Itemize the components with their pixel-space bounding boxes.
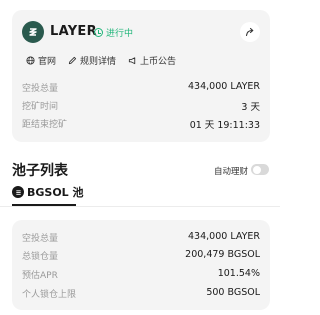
info-value: 434,000 LAYER: [188, 81, 260, 92]
pool-row-total-locked: 总锁仓量 200,479 BGSOL: [22, 249, 260, 262]
pool-tab-label: BGSOL 池: [27, 186, 84, 199]
info-label: 空投总量: [22, 234, 59, 244]
status-badge: 进行中: [94, 26, 133, 39]
info-row-countdown: 距结束挖矿 01 天 19:11:33: [22, 117, 260, 131]
megaphone-icon: [128, 57, 136, 65]
info-value: 200,479 BGSOL: [185, 249, 260, 260]
countdown-value: 01 天 19:11:33: [189, 120, 260, 131]
rules-link-label: 规则详情: [80, 57, 117, 67]
check-circle-icon: [94, 28, 103, 37]
pool-list-title: 池子列表: [12, 163, 68, 179]
tab-bgsol-pool[interactable]: BGSOL 池: [12, 184, 84, 200]
pool-row-airdrop-total: 空投总量 434,000 LAYER: [22, 231, 260, 244]
info-value: 101.54%: [217, 268, 260, 279]
info-value: 434,000 LAYER: [188, 231, 260, 242]
info-row-mining-time: 挖矿时间 3 天: [22, 99, 260, 113]
info-value: 500 BGSOL: [206, 287, 260, 298]
toggle-knob: [252, 165, 261, 174]
info-label: 个人锁仓上限: [22, 290, 77, 300]
info-row-airdrop-total: 空投总量 434,000 LAYER: [22, 81, 260, 94]
info-label: 预估APR: [22, 271, 58, 281]
airdrop-summary-card: LAYER 进行中 官网 规则详情 上币公告 空投总量 434,000 LAYE…: [12, 10, 270, 142]
token-name: LAYER: [50, 24, 97, 39]
status-text: 进行中: [106, 29, 134, 39]
share-icon: [245, 27, 254, 37]
website-link-label: 官网: [38, 57, 57, 67]
pool-row-personal-cap: 个人锁仓上限 500 BGSOL: [22, 287, 260, 300]
listing-link[interactable]: 上币公告: [128, 54, 176, 67]
info-label: 挖矿时间: [22, 102, 59, 112]
pool-detail-card: 空投总量 434,000 LAYER 总锁仓量 200,479 BGSOL 预估…: [12, 220, 270, 310]
website-link[interactable]: 官网: [26, 54, 56, 67]
pen-icon: [68, 56, 77, 65]
token-logo-icon: [22, 21, 44, 43]
info-value: 3 天: [241, 102, 260, 113]
pool-logo-icon: [12, 186, 24, 198]
pool-row-apr: 预估APR 101.54%: [22, 268, 260, 281]
info-label: 总锁仓量: [22, 252, 59, 262]
auto-invest-label: 自动理财: [214, 167, 249, 177]
tab-divider: [0, 206, 280, 207]
link-row: 官网 规则详情 上币公告: [26, 54, 188, 67]
rules-link[interactable]: 规则详情: [68, 54, 116, 67]
listing-link-label: 上币公告: [140, 57, 177, 67]
globe-icon: [26, 56, 35, 65]
info-label: 距结束挖矿: [22, 120, 68, 130]
info-label: 空投总量: [22, 84, 59, 94]
share-button[interactable]: [240, 22, 260, 42]
auto-invest-toggle[interactable]: [251, 164, 269, 175]
